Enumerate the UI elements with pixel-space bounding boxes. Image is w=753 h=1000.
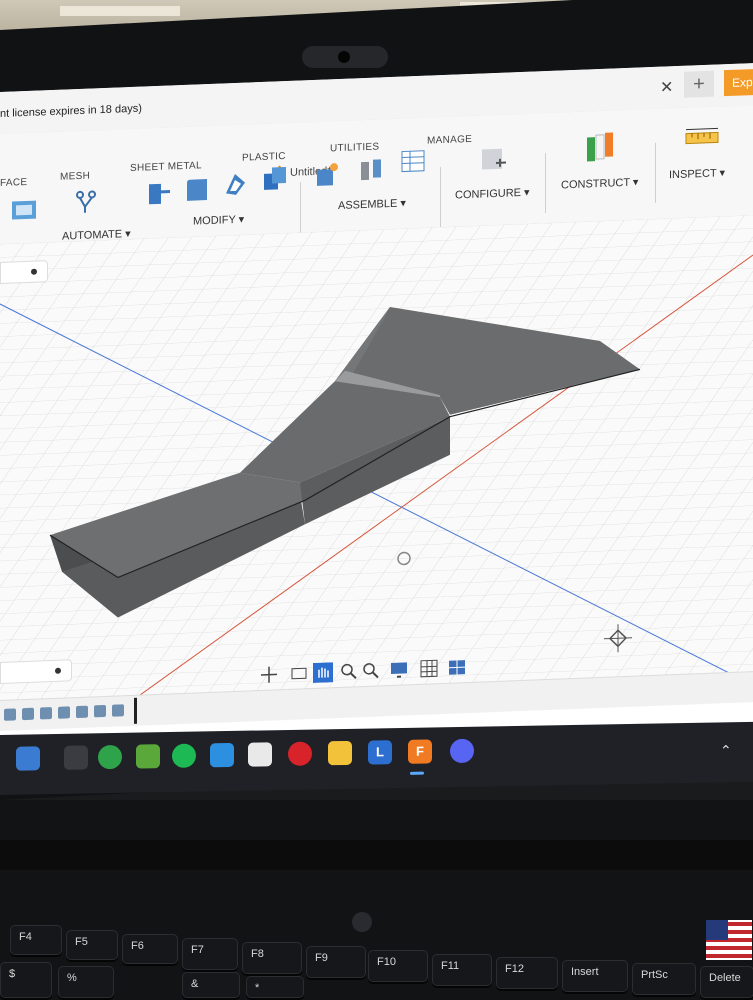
combine-icon[interactable] — [262, 165, 288, 192]
key-f5[interactable]: F5 — [66, 930, 118, 960]
ribbon-separator — [440, 167, 441, 228]
timeline-loft-icon[interactable] — [58, 706, 70, 719]
construct-plane-icon[interactable] — [583, 130, 617, 165]
measure-icon[interactable] — [684, 124, 720, 149]
sync-icon[interactable] — [210, 742, 234, 768]
grid-settings-icon[interactable] — [419, 658, 439, 679]
tab-utilities[interactable]: UTILITIES — [330, 141, 379, 154]
pan-hand-icon[interactable] — [313, 662, 333, 683]
look-at-icon[interactable] — [289, 663, 309, 684]
app-screen: nt license expires in 18 days) ✕ + Exp U… — [0, 63, 753, 793]
key-5[interactable]: % — [58, 966, 114, 998]
key-f11[interactable]: F11 — [432, 954, 492, 986]
opera-icon[interactable] — [288, 741, 312, 766]
fillet-icon[interactable] — [184, 176, 210, 203]
flange-icon[interactable] — [146, 179, 172, 206]
comments-panel-toggle[interactable] — [0, 659, 72, 684]
task-view-icon[interactable] — [64, 745, 88, 770]
configure-icon[interactable] — [478, 142, 508, 173]
viewports-icon[interactable] — [447, 657, 467, 678]
timeline-extrude-icon[interactable] — [22, 707, 34, 721]
chevron-up-icon[interactable]: ⌃ — [720, 742, 732, 759]
ribbon-separator — [545, 153, 546, 214]
timeline-extrude-icon[interactable] — [40, 707, 52, 720]
inspect-menu[interactable]: INSPECT ▾ — [669, 166, 725, 181]
construct-menu[interactable]: CONSTRUCT ▾ — [561, 175, 638, 191]
key-f6[interactable]: F6 — [122, 934, 178, 964]
timeline-sketch-icon[interactable] — [4, 708, 16, 721]
grid-and-model — [0, 215, 753, 714]
close-tab-icon[interactable]: ✕ — [660, 77, 673, 98]
license-notice: nt license expires in 18 days) — [0, 102, 142, 120]
us-flag-sticker — [706, 920, 752, 960]
key-f8[interactable]: F8 — [242, 942, 302, 974]
key-8[interactable]: * — [246, 976, 304, 998]
file-explorer-icon[interactable] — [328, 740, 352, 766]
tab-plastic[interactable]: PLASTIC — [242, 151, 286, 164]
key-insert[interactable]: Insert — [562, 960, 628, 992]
explore-button[interactable]: Exp — [724, 68, 753, 97]
configure-menu[interactable]: CONFIGURE ▾ — [455, 186, 530, 202]
minecraft-icon[interactable] — [136, 744, 160, 769]
tab-surface[interactable]: FACE — [0, 177, 27, 189]
xbox-icon[interactable] — [98, 744, 122, 770]
webcam-icon — [302, 46, 388, 68]
new-tab-button[interactable]: + — [684, 70, 714, 98]
tab-sheet-metal[interactable]: SHEET METAL — [130, 160, 202, 174]
l-app-icon[interactable]: L — [368, 740, 392, 765]
mesh-tool-icon[interactable] — [72, 188, 98, 215]
assemble-menu[interactable]: ASSEMBLE ▾ — [338, 196, 406, 212]
zoom-icon[interactable] — [339, 661, 359, 682]
surface-patch-icon[interactable] — [10, 194, 40, 225]
key-f7[interactable]: F7 — [182, 938, 238, 970]
store-icon[interactable] — [248, 742, 272, 767]
timeline-extrude-icon[interactable] — [94, 704, 106, 718]
orbit-icon[interactable] — [259, 664, 279, 685]
timeline-fillet-icon[interactable] — [76, 705, 88, 719]
discord-icon[interactable] — [450, 738, 474, 764]
key-f12[interactable]: F12 — [496, 957, 558, 989]
widgets-icon[interactable] — [16, 746, 40, 771]
canvas-viewport[interactable] — [0, 215, 753, 714]
key-7[interactable]: & — [182, 972, 240, 998]
ribbon-separator — [655, 142, 656, 203]
shell-icon[interactable] — [222, 170, 248, 197]
spotify-icon[interactable] — [172, 743, 196, 768]
key-f4[interactable]: F4 — [10, 925, 62, 955]
key-prtsc[interactable]: PrtSc — [632, 963, 696, 995]
fusion-360-icon[interactable]: F — [408, 739, 432, 764]
laptop-hinge — [0, 840, 753, 870]
browser-collapse-dot-icon — [31, 268, 37, 275]
joint-icon[interactable] — [358, 155, 384, 182]
key-f9[interactable]: F9 — [306, 946, 366, 978]
browser-panel-toggle[interactable] — [0, 260, 48, 284]
windows-taskbar: L F ⌃ — [0, 721, 753, 795]
pointing-stick-icon — [352, 912, 372, 932]
modify-menu[interactable]: MODIFY ▾ — [193, 213, 244, 228]
comments-collapse-dot-icon — [55, 667, 61, 674]
key-4[interactable]: $ — [0, 962, 52, 998]
fit-zoom-icon[interactable] — [361, 660, 381, 681]
tab-manage[interactable]: MANAGE — [427, 134, 472, 147]
display-settings-icon[interactable] — [389, 659, 409, 680]
timeline-sketch-icon[interactable] — [112, 704, 124, 717]
tab-mesh[interactable]: MESH — [60, 171, 90, 183]
key-f10[interactable]: F10 — [368, 950, 428, 982]
timeline-marker[interactable] — [134, 697, 137, 724]
new-component-icon[interactable] — [314, 161, 340, 188]
configuration-table-icon[interactable] — [400, 148, 426, 175]
active-app-indicator — [410, 771, 424, 775]
key-delete[interactable]: Delete — [700, 966, 753, 998]
